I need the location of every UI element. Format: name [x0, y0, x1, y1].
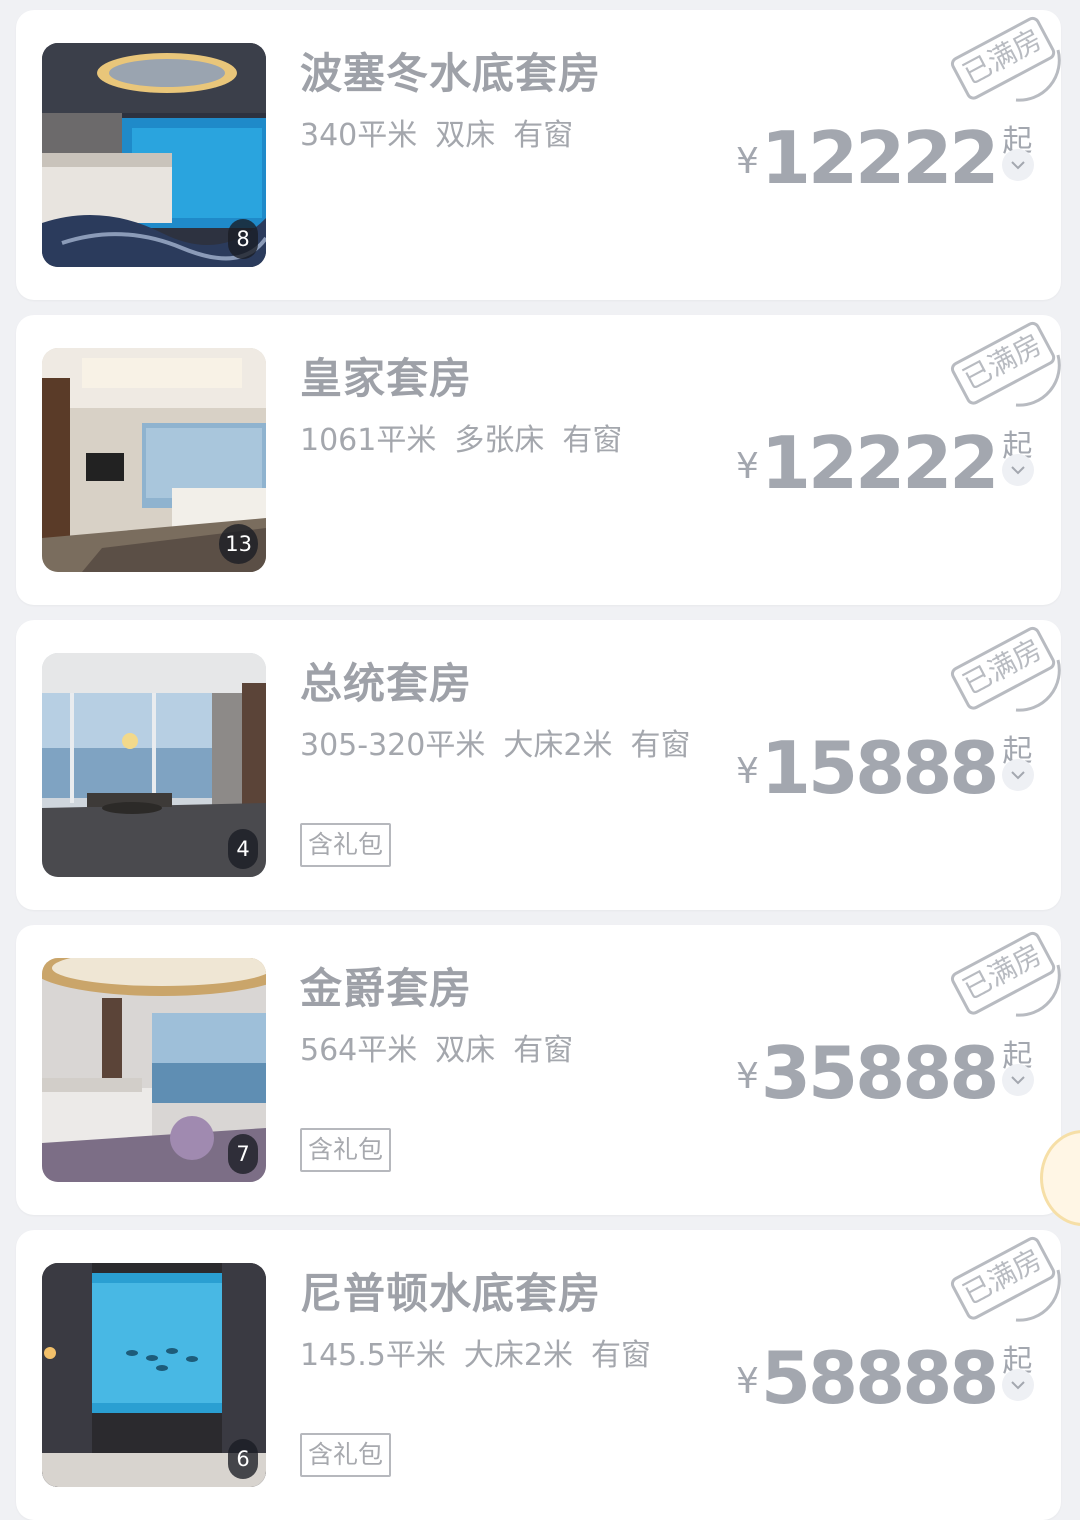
room-price: ¥12222 起 [736, 421, 1032, 511]
gift-package-tag: 含礼包 [300, 1433, 392, 1477]
room-window: 有窗 [513, 1033, 574, 1068]
room-specs: 340平米 双床 有窗 [300, 110, 591, 154]
room-window: 有窗 [590, 1338, 651, 1373]
room-photo[interactable]: 4 [42, 653, 266, 877]
room-photo[interactable]: 8 [42, 43, 266, 267]
room-photo[interactable]: 6 [42, 1263, 266, 1487]
chevron-down-icon [1011, 771, 1025, 780]
price-value: 15888 [760, 726, 999, 810]
sold-out-stamp: 已满房 [946, 620, 1061, 716]
currency-symbol: ¥ [736, 141, 759, 182]
room-area: 145.5平米 [300, 1338, 446, 1373]
room-bed: 多张床 [454, 423, 545, 458]
room-photo[interactable]: 13 [42, 348, 266, 572]
room-specs: 564平米 双床 有窗 [300, 1025, 591, 1069]
room-area: 340平米 [300, 118, 418, 153]
photo-count-badge: 4 [228, 829, 258, 869]
room-window: 有窗 [630, 728, 691, 763]
gift-package-tag: 含礼包 [300, 1128, 392, 1172]
room-card[interactable]: 6 尼普顿水底套房 145.5平米 大床2米 有窗 含礼包 ¥58888 起 已满房 [16, 1230, 1061, 1520]
price-value: 58888 [760, 1336, 999, 1420]
room-card[interactable]: 7 金爵套房 564平米 双床 有窗 含礼包 ¥35888 起 已满房 [16, 925, 1061, 1215]
price-value: 35888 [760, 1031, 999, 1115]
room-name: 金爵套房 [300, 964, 473, 1013]
price-value: 12222 [760, 116, 999, 200]
room-name: 皇家套房 [300, 354, 473, 403]
sold-out-stamp: 已满房 [946, 315, 1061, 411]
room-price: ¥15888 起 [736, 726, 1032, 816]
chevron-down-icon [1011, 1076, 1025, 1085]
room-price: ¥35888 起 [736, 1031, 1032, 1121]
room-card[interactable]: 13 皇家套房 1061平米 多张床 有窗 ¥12222 起 已满房 [16, 315, 1061, 605]
currency-symbol: ¥ [736, 446, 759, 487]
room-area: 305-320平米 [300, 728, 486, 763]
room-window: 有窗 [562, 423, 623, 458]
room-bed: 双床 [435, 1033, 496, 1068]
room-window: 有窗 [513, 118, 574, 153]
price-value: 12222 [760, 421, 999, 505]
room-bed: 大床2米 [503, 728, 613, 763]
room-area: 1061平米 [300, 423, 437, 458]
chevron-down-icon [1011, 1381, 1025, 1390]
currency-symbol: ¥ [736, 1361, 759, 1402]
room-price: ¥12222 起 [736, 116, 1032, 206]
room-price: ¥58888 起 [736, 1336, 1032, 1426]
expand-chevron-button[interactable] [1002, 759, 1034, 791]
expand-chevron-button[interactable] [1002, 454, 1034, 486]
room-card[interactable]: 4 总统套房 305-320平米 大床2米 有窗 含礼包 ¥15888 起 已满房 [16, 620, 1061, 910]
room-name: 总统套房 [300, 659, 473, 708]
chevron-down-icon [1011, 466, 1025, 475]
room-area: 564平米 [300, 1033, 418, 1068]
expand-chevron-button[interactable] [1002, 1369, 1034, 1401]
room-bed: 大床2米 [463, 1338, 573, 1373]
expand-chevron-button[interactable] [1002, 1064, 1034, 1096]
sold-out-stamp: 已满房 [946, 10, 1061, 106]
sold-out-stamp: 已满房 [946, 925, 1061, 1021]
room-card[interactable]: 8 波塞冬水底套房 340平米 双床 有窗 ¥12222 起 已满房 [16, 10, 1061, 300]
room-specs: 1061平米 多张床 有窗 [300, 415, 640, 459]
photo-count-badge: 8 [228, 219, 258, 259]
expand-chevron-button[interactable] [1002, 149, 1034, 181]
room-specs: 145.5平米 大床2米 有窗 [300, 1330, 669, 1374]
gift-package-tag: 含礼包 [300, 823, 392, 867]
photo-count-badge: 6 [228, 1439, 258, 1479]
room-specs: 305-320平米 大床2米 有窗 [300, 720, 708, 764]
room-name: 尼普顿水底套房 [300, 1269, 602, 1318]
currency-symbol: ¥ [736, 751, 759, 792]
room-photo[interactable]: 7 [42, 958, 266, 1182]
sold-out-stamp: 已满房 [946, 1230, 1061, 1326]
chevron-down-icon [1011, 161, 1025, 170]
room-bed: 双床 [435, 118, 496, 153]
currency-symbol: ¥ [736, 1056, 759, 1097]
room-name: 波塞冬水底套房 [300, 49, 602, 98]
photo-count-badge: 7 [228, 1134, 258, 1174]
photo-count-badge: 13 [219, 524, 258, 564]
